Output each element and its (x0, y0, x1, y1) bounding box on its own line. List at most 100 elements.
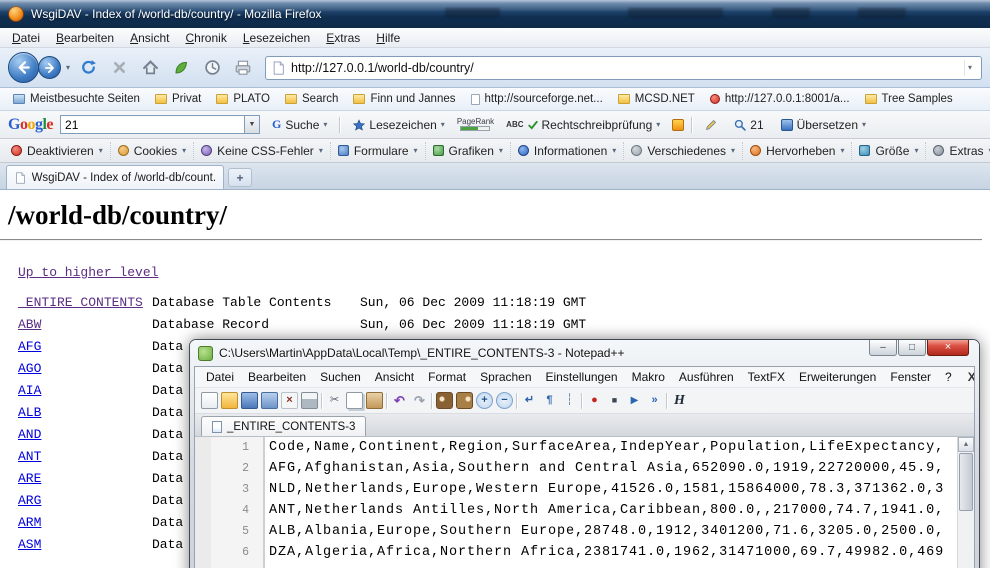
toolbar-separator[interactable] (386, 393, 388, 409)
webdev-menu-item[interactable]: Grafiken ▾ (426, 142, 511, 160)
webdev-menu-item[interactable]: Informationen ▾ (511, 142, 624, 160)
firefox-titlebar[interactable]: WsgiDAV - Index of /world-db/country/ - … (0, 0, 990, 28)
pagerank-widget[interactable]: PageRank (457, 118, 494, 132)
entry-link[interactable]: ALB (18, 402, 152, 424)
google-search-button[interactable]: G Suche ▾ (267, 115, 332, 134)
stop-button[interactable] (106, 55, 132, 81)
webdev-menu-item[interactable]: Extras ▾ (926, 142, 990, 160)
new-file-icon[interactable] (201, 392, 218, 409)
notepad-menu-item[interactable]: Bearbeiten (241, 368, 313, 386)
show-symbols-icon[interactable]: ¶ (541, 392, 558, 409)
up-to-higher-level-link[interactable]: Up to higher level (18, 265, 158, 280)
toolbar-separator[interactable] (666, 393, 668, 409)
menu-item[interactable]: Chronik (177, 29, 234, 47)
vertical-scrollbar[interactable]: ▲ ▼ (957, 437, 974, 568)
toolbar-separator[interactable] (581, 393, 583, 409)
forward-button[interactable] (38, 56, 61, 79)
replace-icon[interactable] (456, 392, 473, 409)
stop-macro-icon[interactable]: ■ (606, 392, 623, 409)
webdev-menu-item[interactable]: Größe ▾ (852, 142, 926, 160)
google-bookmarks-button[interactable]: Lesezeichen ▾ (348, 116, 449, 134)
play-macro-icon[interactable]: ▶ (626, 392, 643, 409)
entry-link[interactable]: AGO (18, 358, 152, 380)
notepad-menu-item[interactable]: Fenster (883, 368, 938, 386)
bookmark-item[interactable]: MCSD.NET (611, 91, 702, 107)
run-multi-macro-icon[interactable]: » (646, 392, 663, 409)
new-tab-button[interactable]: + (228, 168, 252, 187)
url-dropdown-arrow[interactable]: ▾ (964, 60, 975, 76)
record-macro-icon[interactable]: ● (586, 392, 603, 409)
notepad-menu-item[interactable]: Erweiterungen (792, 368, 883, 386)
menu-item[interactable]: Extras (318, 29, 368, 47)
word-wrap-icon[interactable]: ↵ (521, 392, 538, 409)
bookmark-item[interactable]: Finn und Jannes (346, 91, 462, 107)
notepad-menu-item[interactable]: ? (938, 368, 959, 386)
menu-item[interactable]: Hilfe (368, 29, 408, 47)
open-folder-icon[interactable] (221, 392, 238, 409)
translate-button[interactable]: Übersetzen ▾ (776, 116, 871, 134)
bookmark-item[interactable]: Tree Samples (858, 91, 960, 107)
green-leaf-button[interactable] (168, 55, 194, 81)
notepad-menu-item[interactable]: Suchen (313, 368, 368, 386)
print-button[interactable] (230, 55, 256, 81)
notepad-menu-item[interactable]: Ausführen (672, 368, 741, 386)
history-clock-button[interactable] (199, 55, 225, 81)
bookmark-item[interactable]: http://127.0.0.1:8001/a... (703, 91, 857, 107)
entry-link[interactable]: ARG (18, 490, 152, 512)
notepad-document-tab[interactable]: _ENTIRE_CONTENTS-3 (201, 416, 366, 436)
zoom-out-icon[interactable]: − (496, 392, 513, 409)
find-icon[interactable] (436, 392, 453, 409)
bookmark-item[interactable]: http://sourceforge.net... (464, 91, 610, 107)
spellcheck-button[interactable]: ABC Rechtschreibprüfung ▾ (501, 116, 665, 134)
print-icon[interactable] (301, 392, 318, 409)
hit-counter[interactable]: 21 (729, 116, 768, 134)
webdev-menu-item[interactable]: Keine CSS-Fehler ▾ (194, 142, 331, 160)
highlight-pen-button[interactable] (700, 117, 722, 133)
zoom-in-icon[interactable]: + (476, 392, 493, 409)
entry-link[interactable]: ABW (18, 314, 152, 336)
redo-icon[interactable]: ↷ (411, 392, 428, 409)
bookmark-item[interactable]: Search (278, 91, 345, 107)
notepad-menu-item[interactable]: Einstellungen (539, 368, 625, 386)
search-history-dropdown[interactable]: ▼ (245, 115, 260, 134)
save-icon[interactable] (241, 392, 258, 409)
notepad-editor[interactable]: 1Code,Name,Continent,Region,SurfaceArea,… (195, 437, 974, 568)
webdev-menu-item[interactable]: Cookies ▾ (111, 142, 194, 160)
notepad-titlebar[interactable]: C:\Users\Martin\AppData\Local\Temp\_ENTI… (194, 340, 975, 366)
notepad-menu-item[interactable]: TextFX (741, 368, 792, 386)
entry-link[interactable]: AND (18, 424, 152, 446)
html-preview-icon[interactable]: H (671, 392, 688, 409)
toolbar-separator[interactable] (321, 393, 323, 409)
undo-icon[interactable]: ↶ (391, 392, 408, 409)
entry-link[interactable]: ARE (18, 468, 152, 490)
indent-guide-icon[interactable]: ┆ (561, 392, 578, 409)
notepad-window[interactable]: C:\Users\Martin\AppData\Local\Temp\_ENTI… (190, 340, 979, 568)
notepad-menu-item[interactable]: Format (421, 368, 473, 386)
notepad-menu-item[interactable]: Makro (625, 368, 672, 386)
maximize-button[interactable]: □ (898, 340, 926, 356)
entry-link[interactable]: AIA (18, 380, 152, 402)
reload-button[interactable] (75, 55, 101, 81)
menu-item[interactable]: Ansicht (122, 29, 177, 47)
toolbar-separator[interactable] (516, 393, 518, 409)
entry-link[interactable]: ARM (18, 512, 152, 534)
history-dropdown-arrow[interactable]: ▾ (66, 64, 70, 72)
cut-icon[interactable]: ✂ (326, 392, 343, 409)
document-close-icon[interactable]: X (959, 368, 975, 386)
webdev-menu-item[interactable]: Deaktivieren ▾ (4, 142, 111, 160)
back-button[interactable] (8, 52, 39, 83)
entry-link[interactable]: ASM (18, 534, 152, 556)
webdev-menu-item[interactable]: Hervorheben ▾ (743, 142, 852, 160)
entry-link[interactable]: ANT (18, 446, 152, 468)
close-file-icon[interactable]: × (281, 392, 298, 409)
scrollbar-thumb[interactable] (959, 453, 973, 511)
toolbar-separator[interactable] (431, 393, 433, 409)
copy-icon[interactable] (346, 392, 363, 409)
url-bar[interactable]: http://127.0.0.1/world-db/country/ ▾ (265, 56, 982, 80)
menu-item[interactable]: Lesezeichen (235, 29, 318, 47)
bookmark-item[interactable]: Meistbesuchte Seiten (6, 91, 147, 107)
minimize-button[interactable]: – (869, 340, 897, 356)
notepad-menu-item[interactable]: Datei (199, 368, 241, 386)
scroll-up-arrow-icon[interactable]: ▲ (958, 437, 974, 452)
autofill-icon[interactable] (672, 119, 684, 131)
